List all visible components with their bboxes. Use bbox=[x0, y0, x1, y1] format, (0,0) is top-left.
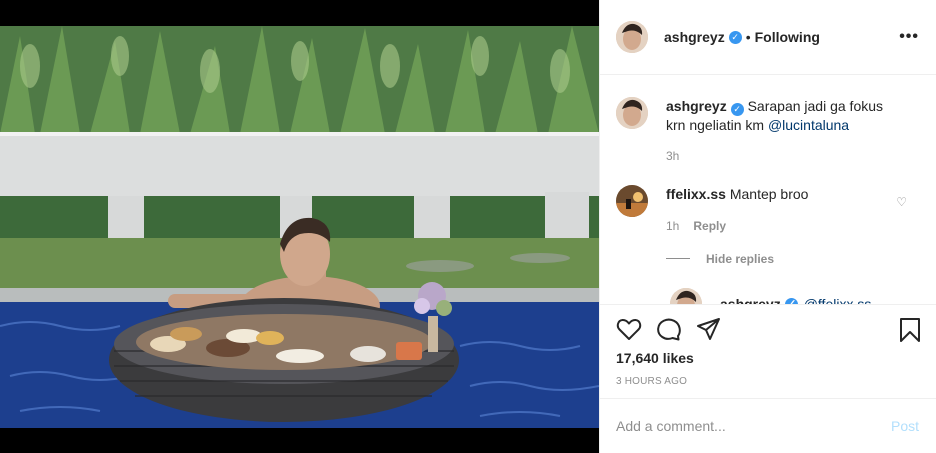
post-photo[interactable] bbox=[0, 26, 599, 428]
caption-time: 3h bbox=[666, 149, 680, 163]
author-username[interactable]: ashgreyz bbox=[664, 29, 725, 45]
more-icon[interactable]: ••• bbox=[899, 28, 919, 46]
comment-time: 1h bbox=[666, 219, 680, 233]
reply-mention[interactable]: @ffelixx.ss bbox=[804, 296, 872, 304]
comment-username[interactable]: ffelixx.ss bbox=[666, 186, 726, 202]
comment-input[interactable] bbox=[616, 417, 866, 435]
bookmark-icon[interactable] bbox=[899, 317, 921, 343]
photo-scene bbox=[0, 26, 599, 428]
post-side-panel: ashgreyz ✓ • Following ••• ashgreyz ✓ Sar… bbox=[599, 0, 936, 453]
reply-avatar[interactable] bbox=[670, 288, 702, 304]
post-timestamp[interactable]: 3 HOURS AGO bbox=[616, 376, 687, 387]
author-avatar[interactable] bbox=[616, 21, 648, 53]
following-button[interactable]: Following bbox=[755, 29, 820, 45]
share-icon[interactable] bbox=[696, 317, 722, 341]
commenter-avatar[interactable] bbox=[616, 185, 648, 217]
hide-replies-button[interactable]: Hide replies bbox=[706, 252, 774, 266]
reply-username[interactable]: ashgreyz bbox=[720, 296, 781, 304]
divider-line bbox=[666, 258, 690, 259]
reply-link[interactable]: Reply bbox=[693, 219, 726, 233]
comment-text: ffelixx.ss Mantep broo bbox=[666, 185, 906, 217]
heart-icon[interactable] bbox=[616, 317, 642, 341]
caption-avatar[interactable] bbox=[616, 97, 648, 129]
actions-bar: 17,640 likes 3 HOURS AGO bbox=[600, 304, 936, 398]
post-modal: ashgreyz ✓ • Following ••• ashgreyz ✓ Sar… bbox=[0, 0, 936, 453]
post-header: ashgreyz ✓ • Following ••• bbox=[600, 0, 936, 75]
caption-text: ashgreyz ✓ Sarapan jadi ga fokus krn ngel… bbox=[666, 97, 906, 134]
small-heart-icon[interactable]: ♡ bbox=[896, 195, 907, 209]
reply-item: ashgreyz ✓ @ffelixx.ss bbox=[670, 288, 871, 304]
comment-composer: Post bbox=[600, 398, 936, 453]
post-button[interactable]: Post bbox=[891, 418, 919, 434]
caption-mention[interactable]: @lucintaluna bbox=[768, 117, 849, 133]
comments-section: ashgreyz ✓ Sarapan jadi ga fokus krn ngel… bbox=[600, 76, 936, 304]
caption: ashgreyz ✓ Sarapan jadi ga fokus krn ngel… bbox=[616, 97, 906, 134]
comment-meta: 1h Reply bbox=[666, 219, 726, 233]
comment-icon[interactable] bbox=[656, 317, 682, 341]
header-info: ashgreyz ✓ • Following bbox=[664, 29, 820, 45]
verified-icon: ✓ bbox=[728, 30, 742, 44]
verified-icon: ✓ bbox=[730, 103, 744, 116]
header-separator: • bbox=[745, 29, 751, 45]
comment: ffelixx.ss Mantep broo bbox=[616, 185, 906, 217]
like-count[interactable]: 17,640 likes bbox=[616, 350, 694, 366]
caption-username[interactable]: ashgreyz bbox=[666, 98, 727, 114]
comment-body: Mantep broo bbox=[729, 186, 809, 202]
